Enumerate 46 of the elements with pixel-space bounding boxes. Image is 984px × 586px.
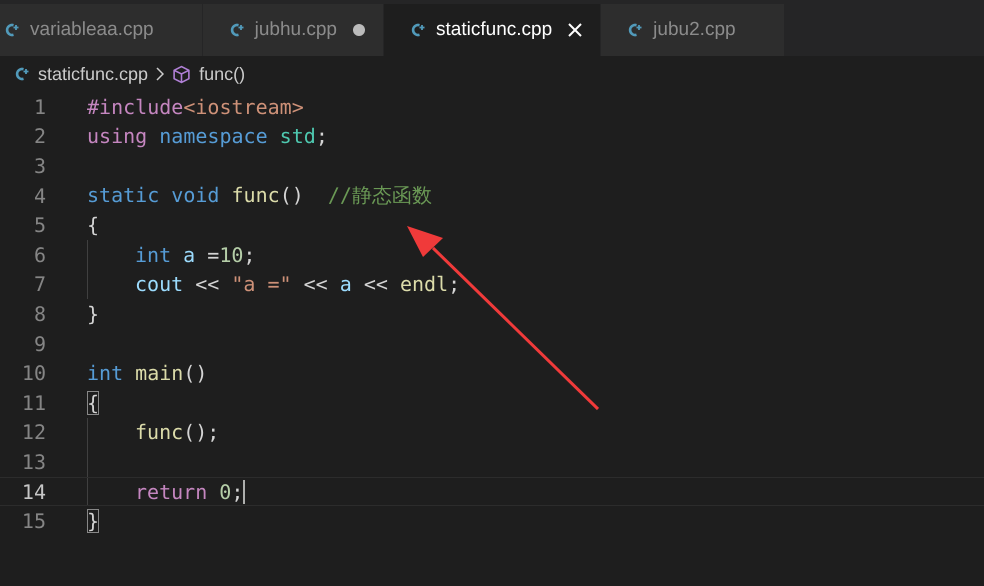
editor-tab[interactable]: jubhu.cpp [202,4,384,56]
line-number: 2 [32,124,46,148]
text-cursor [243,480,246,504]
file-type-icon [627,22,644,38]
code-line: using namespace std; [87,124,328,148]
tab-label: jubu2.cpp [653,19,737,41]
editor-tab[interactable]: staticfunc.cpp [384,4,602,56]
editor-tab[interactable]: variableaa.cpp [0,4,203,56]
code-line: } [87,509,100,534]
code-line: int a =10; [135,242,256,267]
line-number: 7 [32,272,46,296]
chevron-icon [156,67,164,81]
line-number: 10 [20,361,46,386]
line-number: 6 [32,242,46,267]
breadcrumb-item[interactable]: func() [199,64,246,84]
code-line: static void func() //静态函数 [87,182,432,210]
code-line: int main() [87,361,208,386]
file-type-icon [14,66,30,82]
code-line: func(); [135,420,220,444]
code-line: { [87,390,100,415]
line-number: 3 [32,154,46,178]
file-type-icon [4,22,20,38]
code-line: return 0; [135,480,244,504]
line-number: 1 [32,94,46,119]
file-type-icon [410,22,426,38]
tab-label: variableaa.cpp [30,19,155,41]
tab-label: jubhu.cpp [254,19,338,41]
tab-label: staticfunc.cpp [436,19,554,41]
line-number: 12 [20,420,46,444]
line-number: 11 [20,390,46,415]
breadcrumb-item[interactable]: staticfunc.cpp [38,64,148,84]
cube-icon [172,64,192,84]
line-number: 4 [32,184,46,208]
close-icon[interactable] [568,23,582,37]
file-type-icon [228,22,245,38]
code-line: } [87,302,100,326]
line-number: 5 [32,213,46,238]
line-number: 13 [20,450,46,474]
code-line: #include<iostream> [87,94,304,119]
editor-tab[interactable]: jubu2.cpp [601,4,785,56]
line-number: 8 [32,302,46,326]
code-line: cout << "a =" << a << endl; [135,272,460,296]
line-number: 15 [20,509,46,534]
line-number: 14 [20,480,46,504]
code-line: { [87,213,100,238]
line-number: 9 [32,332,46,356]
